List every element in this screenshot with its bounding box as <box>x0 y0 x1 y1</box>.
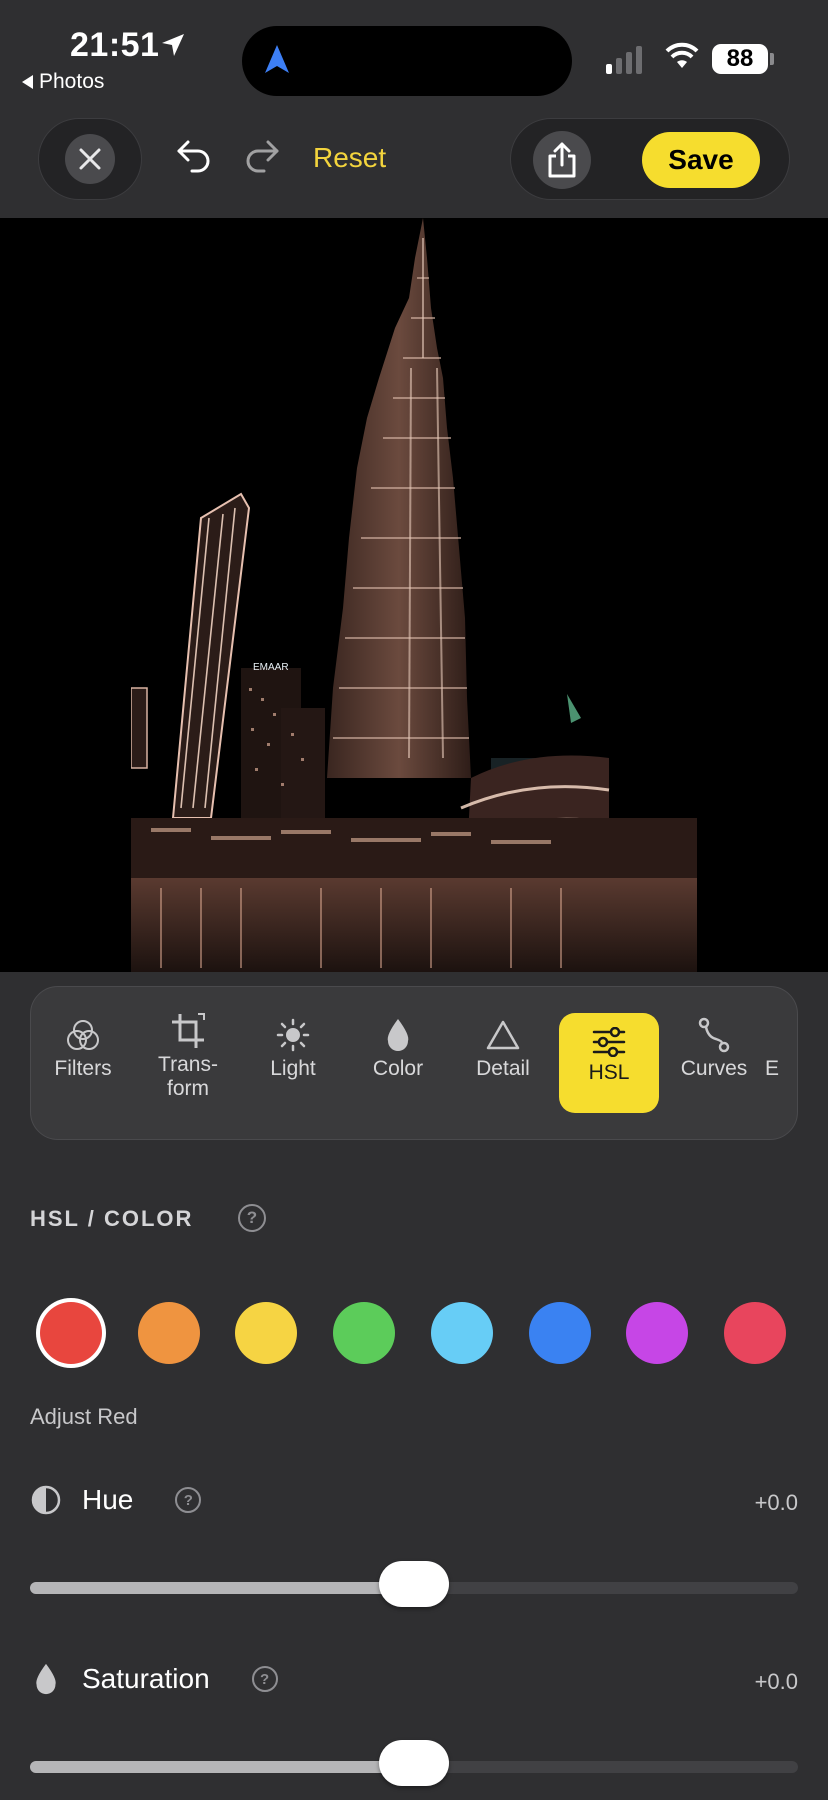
cellular-signal-icon <box>606 46 642 74</box>
saturation-slider-thumb[interactable] <box>379 1740 449 1786</box>
saturation-value: +0.0 <box>754 1669 798 1694</box>
swatch-green[interactable] <box>333 1302 395 1364</box>
hsl-help-icon[interactable]: ? <box>238 1204 266 1232</box>
share-icon <box>548 142 576 178</box>
battery-nub <box>770 53 774 65</box>
location-arrow-icon <box>162 34 184 56</box>
status-bar: 21:51 Photos 88 <box>0 0 828 100</box>
battery-indicator: 88 <box>712 44 768 74</box>
color-swatches <box>0 1302 828 1372</box>
city-night-photo: EMAAR <box>131 218 697 972</box>
clock: 21:51 <box>70 26 160 64</box>
tab-detail-label: Detail <box>476 1057 530 1080</box>
share-button[interactable] <box>533 131 591 189</box>
close-button[interactable] <box>38 118 142 200</box>
sliders-icon <box>592 1027 626 1057</box>
hue-row: Hue ? <box>30 1484 202 1516</box>
tab-filters-label: Filters <box>54 1057 112 1080</box>
tab-more-label: E <box>765 1057 780 1080</box>
swatch-orange[interactable] <box>138 1302 200 1364</box>
hue-slider[interactable] <box>30 1561 798 1607</box>
curves-icon <box>698 1017 730 1053</box>
crop-icon <box>172 1013 205 1048</box>
tab-light[interactable]: Light <box>243 1013 343 1113</box>
swatch-yellow[interactable] <box>235 1302 297 1364</box>
drop-icon <box>387 1019 409 1051</box>
undo-button[interactable] <box>174 136 214 176</box>
reset-button[interactable]: Reset <box>313 142 386 174</box>
editor-toolbar: Reset Save <box>0 100 828 218</box>
save-button[interactable]: Save <box>642 132 760 188</box>
tab-transform[interactable]: Trans- form <box>138 1009 238 1109</box>
tab-light-label: Light <box>270 1057 316 1080</box>
tab-hsl-label: HSL <box>588 1061 630 1084</box>
saturation-slider[interactable] <box>30 1740 798 1786</box>
section-title: HSL / COLOR <box>30 1206 194 1231</box>
adjust-label: Adjust Red <box>30 1404 138 1429</box>
close-icon <box>79 148 101 170</box>
tab-curves[interactable]: Curves <box>664 1013 764 1113</box>
half-circle-icon <box>31 1485 61 1515</box>
back-to-photos-link[interactable]: Photos <box>22 70 104 94</box>
drop-icon <box>36 1663 56 1695</box>
swatch-red[interactable] <box>40 1302 102 1364</box>
saturation-label: Saturation <box>82 1663 210 1694</box>
tab-curves-label: Curves <box>680 1057 748 1080</box>
wifi-icon <box>665 42 699 68</box>
hue-help-icon[interactable]: ? <box>175 1487 202 1513</box>
export-group: Save <box>510 118 790 200</box>
back-label: Photos <box>39 70 105 93</box>
tab-detail[interactable]: Detail <box>453 1013 553 1113</box>
tab-filters[interactable]: Filters <box>33 1013 133 1113</box>
redo-button[interactable] <box>242 136 282 176</box>
dynamic-island <box>242 26 572 96</box>
svg-text:EMAAR: EMAAR <box>253 662 289 673</box>
hue-slider-fill <box>30 1582 414 1594</box>
tab-transform-label: Trans- form <box>158 1053 218 1100</box>
swatch-magenta[interactable] <box>724 1302 786 1364</box>
saturation-help-icon[interactable]: ? <box>251 1666 278 1692</box>
hue-label: Hue <box>82 1484 134 1515</box>
tab-color-label: Color <box>372 1057 424 1080</box>
saturation-slider-fill <box>30 1761 414 1773</box>
tool-panel: Filters Trans- form Light Color Detail H… <box>0 972 828 1800</box>
hue-value: +0.0 <box>754 1490 798 1515</box>
swatch-cyan[interactable] <box>431 1302 493 1364</box>
hue-slider-thumb[interactable] <box>379 1561 449 1607</box>
filters-icon <box>67 1020 99 1050</box>
navigation-arrow-icon <box>265 45 289 73</box>
tab-hsl[interactable]: HSL <box>559 1013 659 1113</box>
tab-color[interactable]: Color <box>348 1013 448 1113</box>
swatch-purple[interactable] <box>626 1302 688 1364</box>
saturation-row: Saturation ? <box>30 1662 278 1696</box>
sun-icon <box>276 1018 310 1052</box>
swatch-blue[interactable] <box>529 1302 591 1364</box>
triangle-icon <box>486 1020 520 1050</box>
photo-canvas[interactable]: EMAAR <box>0 218 828 972</box>
back-triangle-icon <box>22 75 33 89</box>
tool-tabs: Filters Trans- form Light Color Detail H… <box>30 986 798 1140</box>
tab-more[interactable]: E <box>765 1013 797 1113</box>
